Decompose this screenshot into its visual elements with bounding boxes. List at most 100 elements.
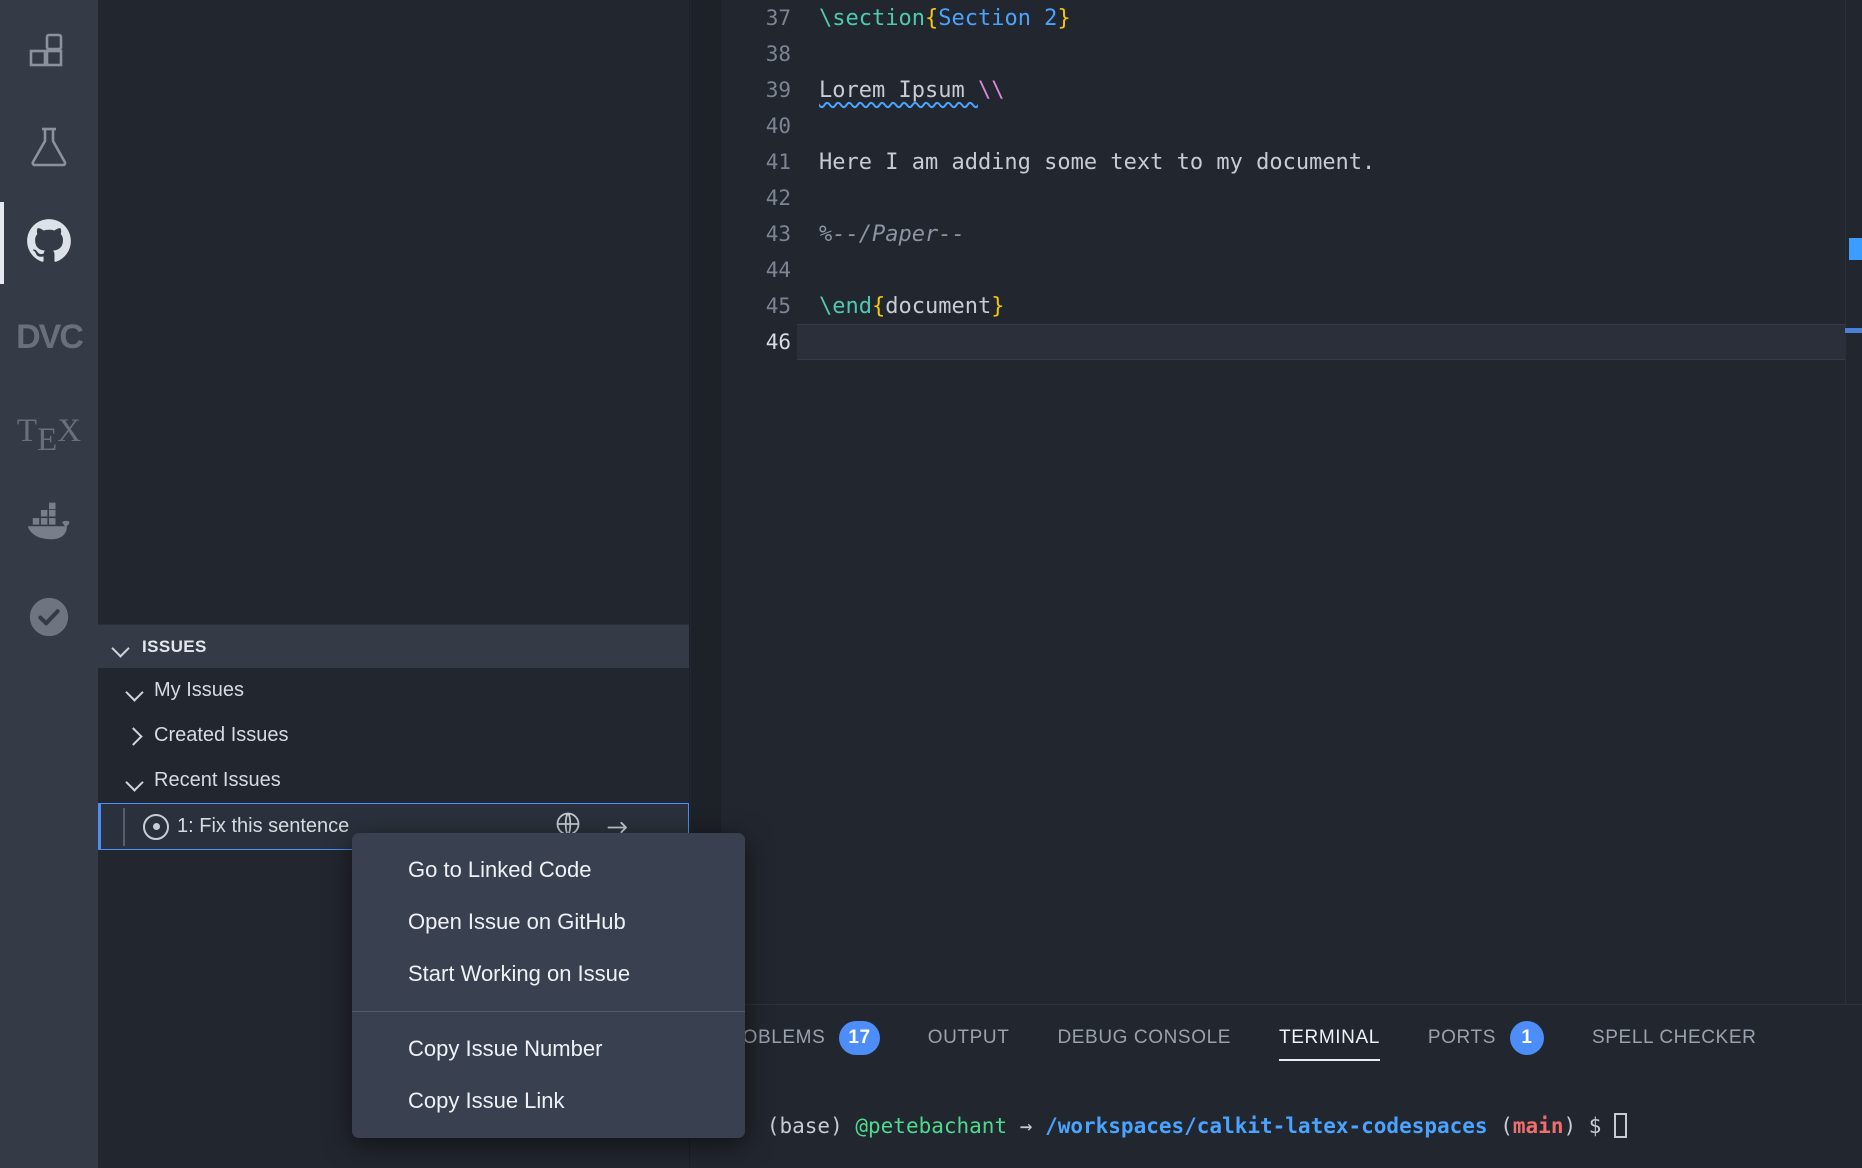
tree-label: My Issues — [154, 679, 245, 701]
chevron-down-icon — [124, 680, 146, 702]
line-number: 44 — [765, 258, 791, 282]
code-token: \section — [819, 5, 925, 31]
activity-item-tex[interactable]: TEX — [0, 384, 98, 478]
code-line[interactable]: 41 Here I am adding some text to my docum… — [691, 144, 1862, 180]
issues-section-title: ISSUES — [142, 636, 207, 656]
context-menu-item-go-to-linked-code[interactable]: Go to Linked Code — [352, 844, 745, 896]
code-token: } — [991, 293, 1005, 319]
code-line-text: %--/Paper-- — [819, 222, 965, 247]
context-menu-item-start-working-on-issue[interactable]: Start Working on Issue — [352, 948, 745, 1000]
line-number: 45 — [765, 294, 791, 318]
context-menu-item-copy-issue-number[interactable]: Copy Issue Number — [352, 1023, 745, 1075]
ruler-cursor-marker — [1849, 238, 1862, 260]
code-line[interactable]: 46 — [691, 324, 1862, 360]
activity-item-github[interactable] — [0, 196, 98, 290]
tree-group-my-issues[interactable]: My Issues — [98, 668, 689, 713]
line-number: 39 — [765, 78, 791, 102]
code-token: Lorem Ipsum — [819, 77, 978, 103]
terminal-path: /workspaces/calkit-latex-codespaces — [1045, 1114, 1488, 1138]
active-line-highlight — [797, 324, 1862, 360]
check-circle-icon — [26, 594, 72, 645]
bottom-panel: PROBLEMS 17 OUTPUT DEBUG CONSOLE TERMINAL POR… — [691, 1004, 1862, 1168]
line-number: 41 — [765, 150, 791, 174]
testing-flask-icon — [25, 123, 73, 176]
code-line-text: Lorem Ipsum \\ — [819, 78, 1004, 103]
panel-tab-terminal[interactable]: TERMINAL — [1255, 1005, 1404, 1071]
code-line[interactable]: 37 \section{Section 2} — [691, 0, 1862, 36]
code-token: \end — [819, 293, 872, 319]
code-line[interactable]: 44 — [691, 252, 1862, 288]
sidebar-upper-empty-region — [98, 0, 689, 624]
code-line[interactable]: 40 — [691, 108, 1862, 144]
panel-tab-spell-checker[interactable]: SPELL CHECKER — [1568, 1005, 1780, 1071]
tree-label: Recent Issues — [154, 769, 281, 791]
chevron-down-icon — [124, 770, 146, 792]
code-token: Section 2 — [938, 5, 1058, 31]
overview-ruler[interactable] — [1845, 0, 1862, 1004]
code-token: { — [871, 293, 886, 319]
line-number: 40 — [765, 114, 791, 138]
panel-tab-badge: 17 — [839, 1021, 880, 1055]
docker-icon — [23, 497, 75, 554]
tree-label: Created Issues — [154, 724, 289, 746]
panel-tab-list: PROBLEMS 17 OUTPUT DEBUG CONSOLE TERMINAL POR… — [691, 1005, 1862, 1071]
code-line-text: \section{Section 2} — [819, 6, 1071, 31]
line-number: 38 — [765, 42, 791, 66]
activity-item-extensions[interactable] — [0, 8, 98, 102]
ruler-change-marker — [1845, 328, 1862, 333]
activity-item-checks[interactable] — [0, 572, 98, 666]
editor[interactable]: 37 \section{Section 2} 38 39 Lorem Ipsum \\ 4… — [691, 0, 1862, 1004]
issue-context-menu[interactable]: Go to Linked Code Open Issue on GitHub Sta… — [352, 833, 745, 1138]
code-line[interactable]: 43 %--/Paper-- — [691, 216, 1862, 252]
terminal-output[interactable]: (base) @petebachant → /workspaces/calkit… — [691, 1071, 1862, 1162]
activity-item-docker[interactable] — [0, 478, 98, 572]
panel-tab-label: TERMINAL — [1279, 1027, 1380, 1048]
code-line-text: \end{document} — [819, 294, 1004, 319]
extensions-icon — [25, 29, 73, 82]
tree-group-recent-issues[interactable]: Recent Issues — [98, 758, 689, 803]
issues-section-header[interactable]: ISSUES — [98, 624, 689, 668]
chevron-down-icon — [110, 636, 132, 658]
panel-tab-ports[interactable]: PORTS 1 — [1404, 1005, 1568, 1071]
line-number: 43 — [765, 222, 791, 246]
tree-group-created-issues[interactable]: Created Issues — [98, 713, 689, 758]
issue-item-label: 1: Fix this sentence — [177, 815, 350, 837]
github-icon — [24, 216, 74, 271]
panel-tab-badge: 1 — [1510, 1021, 1544, 1055]
code-line[interactable]: 45 \end{document} — [691, 288, 1862, 324]
issues-tree: My Issues Created Issues Recent Issues 1… — [98, 668, 689, 850]
code-line[interactable]: 42 — [691, 180, 1862, 216]
tex-icon: TEX — [16, 412, 82, 458]
terminal-branch-close: ) — [1563, 1114, 1577, 1138]
context-menu-item-copy-issue-link[interactable]: Copy Issue Link — [352, 1075, 745, 1127]
dvc-icon: DVC — [16, 317, 84, 356]
code-content[interactable]: 37 \section{Section 2} 38 39 Lorem Ipsum \\ 4… — [691, 0, 1862, 360]
chevron-right-icon — [124, 725, 146, 747]
panel-tab-label: SPELL CHECKER — [1592, 1027, 1757, 1048]
activity-bar: DVC TEX — [0, 0, 98, 1168]
line-number: 37 — [765, 6, 791, 30]
terminal-branch-open: ( — [1500, 1114, 1513, 1138]
code-token: \\ — [977, 77, 1005, 103]
code-token: document — [885, 293, 992, 319]
issue-open-icon — [143, 813, 169, 840]
code-token: { — [924, 5, 939, 31]
panel-tab-label: OUTPUT — [927, 1027, 1010, 1048]
terminal-env: (base) — [766, 1114, 843, 1138]
panel-tab-label: DEBUG CONSOLE — [1057, 1027, 1232, 1048]
context-menu-item-open-issue-on-github[interactable]: Open Issue on GitHub — [352, 896, 745, 948]
terminal-arrow-icon: → — [1019, 1114, 1033, 1138]
code-line[interactable]: 38 — [691, 36, 1862, 72]
code-line-text: Here I am adding some text to my documen… — [819, 150, 1375, 175]
code-line[interactable]: 39 Lorem Ipsum \\ — [691, 72, 1862, 108]
code-token: %--/Paper-- — [819, 221, 965, 247]
panel-tab-output[interactable]: OUTPUT — [904, 1005, 1034, 1071]
activity-item-testing[interactable] — [0, 102, 98, 196]
terminal-user: @petebachant — [855, 1114, 1008, 1138]
terminal-cursor — [1614, 1113, 1628, 1138]
code-token: Here I am adding some text to my documen… — [819, 149, 1376, 175]
code-token: } — [1057, 5, 1071, 31]
activity-item-dvc[interactable]: DVC — [0, 290, 98, 384]
line-number: 42 — [765, 186, 791, 210]
panel-tab-debug-console[interactable]: DEBUG CONSOLE — [1033, 1005, 1255, 1071]
